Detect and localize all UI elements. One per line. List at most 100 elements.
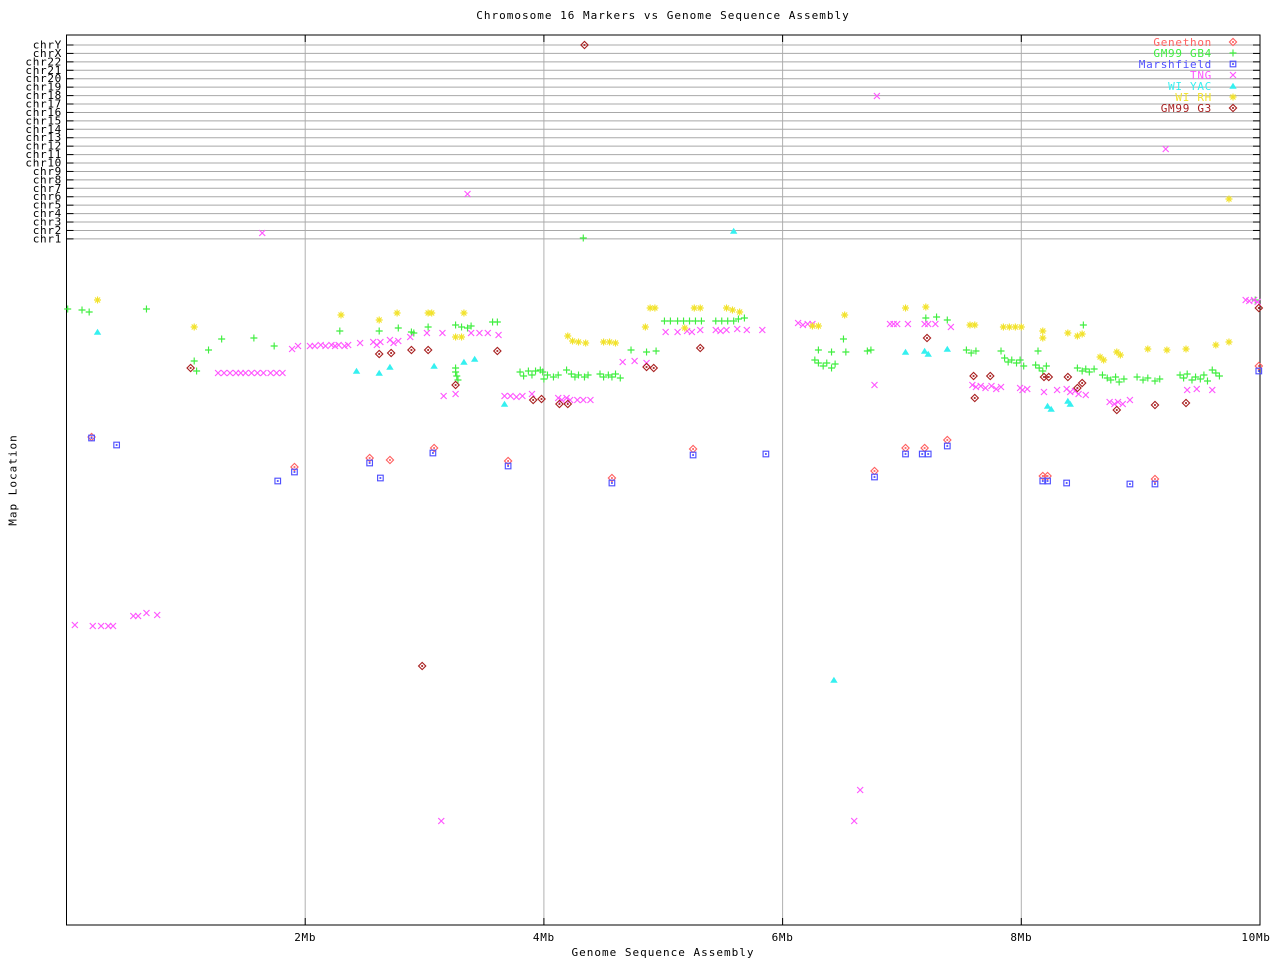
marker-dot — [507, 460, 509, 462]
marker — [190, 323, 198, 331]
marker — [619, 358, 627, 366]
marker — [470, 355, 479, 362]
marker — [467, 329, 475, 337]
marker — [1042, 362, 1050, 370]
series-gm99-gb4 — [64, 234, 1259, 386]
marker — [728, 306, 736, 314]
marker-dot — [1041, 480, 1044, 482]
marker — [1225, 195, 1233, 203]
marker — [516, 368, 524, 376]
marker — [458, 333, 466, 341]
marker — [1163, 346, 1171, 354]
marker — [1019, 386, 1026, 394]
marker — [1229, 82, 1237, 89]
marker-dot — [699, 347, 702, 349]
marker — [322, 342, 329, 350]
marker-dot — [1154, 478, 1156, 480]
marker-dot — [611, 482, 613, 484]
marker — [933, 313, 941, 321]
plot-border — [66, 34, 1261, 926]
marker — [386, 363, 394, 370]
marker — [528, 371, 536, 379]
marker — [454, 376, 462, 384]
marker — [1212, 341, 1220, 349]
marker — [270, 342, 278, 350]
marker — [460, 309, 468, 317]
marker — [616, 374, 624, 382]
marker — [1075, 390, 1082, 398]
marker — [1100, 356, 1108, 364]
marker-dot — [973, 397, 976, 399]
marker — [831, 360, 839, 368]
marker — [1183, 386, 1191, 394]
marker — [273, 369, 280, 377]
marker-dot — [433, 447, 435, 449]
marker-dot — [1257, 365, 1260, 367]
series-wi-yac — [93, 227, 1074, 683]
x-tick-label: 6Mb — [772, 931, 794, 944]
marker — [1182, 345, 1190, 353]
marker — [1005, 323, 1013, 331]
marker — [311, 342, 319, 350]
marker — [453, 372, 461, 380]
marker — [712, 317, 720, 325]
marker — [190, 357, 198, 365]
legend: GenethonGM99 GB4MarshfieldTNGWI YACWI RH… — [1139, 36, 1238, 115]
marker-dot — [583, 44, 586, 46]
marker — [532, 367, 540, 375]
marker — [723, 304, 731, 312]
marker-dot — [410, 349, 413, 351]
marker — [893, 320, 901, 328]
marker-dot — [379, 477, 382, 479]
marker — [85, 308, 93, 316]
plot-svg: chrYchrXchr22chr21chr20chr19chr18chr17ch… — [25, 34, 1270, 944]
marker — [89, 622, 97, 630]
marker — [631, 357, 639, 365]
marker — [1144, 345, 1152, 353]
marker-dot — [496, 350, 499, 352]
marker — [651, 304, 659, 312]
marker-dot — [764, 453, 767, 455]
marker-dot — [692, 448, 694, 450]
marker — [1200, 371, 1208, 379]
marker — [717, 327, 724, 335]
marker — [743, 326, 751, 334]
marker — [143, 609, 150, 617]
marker — [724, 317, 732, 325]
marker — [452, 333, 460, 341]
series-wi-rh — [94, 195, 1233, 364]
marker — [814, 346, 822, 354]
marker — [439, 329, 446, 337]
marker — [109, 622, 117, 630]
marker — [1001, 354, 1009, 362]
marker — [452, 368, 460, 376]
marker — [842, 348, 850, 356]
marker — [871, 381, 878, 389]
marker — [841, 311, 849, 319]
marker — [484, 329, 492, 337]
marker — [78, 306, 86, 314]
marker-dot — [1154, 483, 1156, 485]
marker-dot — [378, 353, 381, 355]
marker-dot — [1047, 376, 1050, 378]
marker — [922, 314, 930, 322]
marker — [808, 322, 816, 330]
marker-dot — [1081, 382, 1084, 384]
marker-dot — [390, 352, 393, 354]
marker — [606, 338, 614, 346]
marker-dot — [558, 403, 561, 405]
marker — [1203, 377, 1211, 385]
x-tick-label: 8Mb — [1010, 931, 1032, 944]
marker — [267, 369, 274, 377]
marker — [867, 346, 875, 354]
marker — [582, 339, 590, 347]
marker-dot — [921, 453, 924, 455]
marker-dot — [645, 366, 648, 368]
marker — [686, 317, 694, 325]
marker — [540, 375, 548, 383]
marker-dot — [1154, 404, 1156, 406]
marker — [736, 308, 744, 316]
marker — [1193, 385, 1201, 393]
x-tick-label: 10Mb — [1241, 931, 1270, 944]
marker — [1126, 396, 1134, 404]
